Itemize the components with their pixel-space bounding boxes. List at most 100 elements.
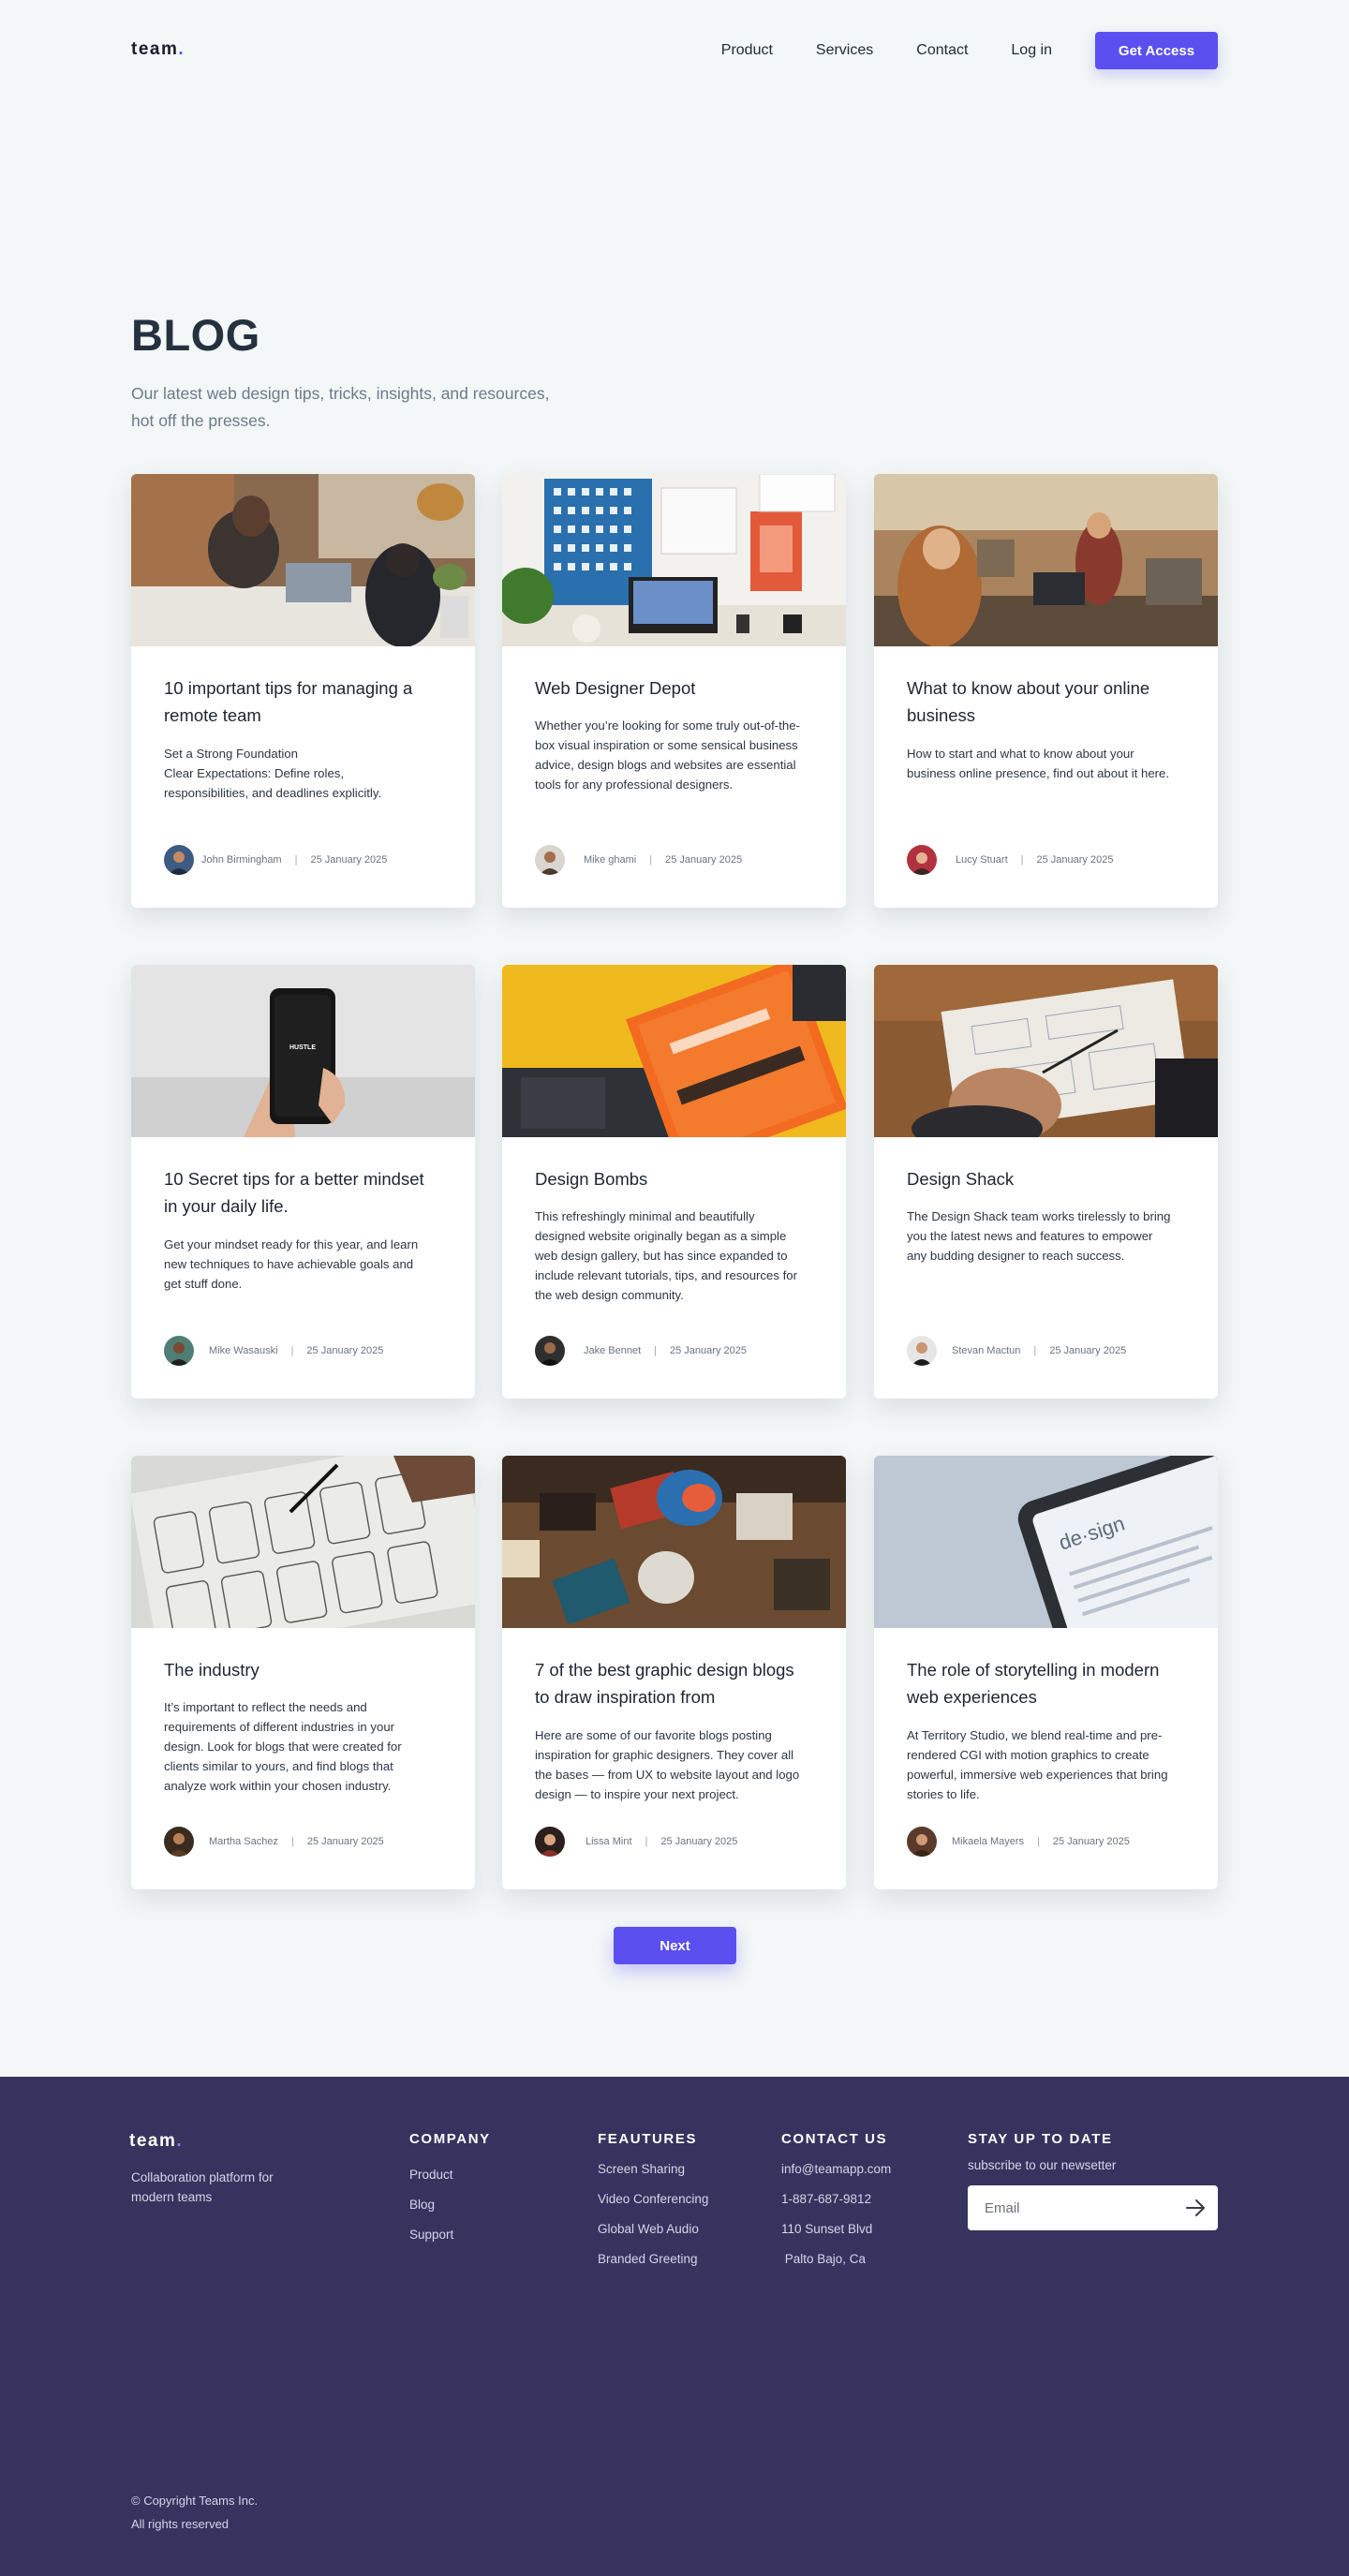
card-date: 25 January 2025	[306, 1836, 384, 1847]
meta-divider: |	[649, 854, 653, 866]
avatar	[907, 1827, 937, 1857]
card-excerpt: Get your mindset ready for this year, an…	[164, 1237, 419, 1291]
footer-email-link[interactable]: info@teamapp.com	[781, 2154, 891, 2184]
avatar	[535, 845, 565, 875]
card-date: 25 January 2025	[665, 854, 743, 866]
avatar	[535, 1827, 565, 1857]
card-meta: Mike ghami | 25 January 2025	[535, 845, 742, 875]
card-meta: Lucy Stuart | 25 January 2025	[907, 845, 1113, 875]
footer-heading: STAY UP TO DATE	[968, 2131, 1113, 2147]
footer-heading: FEAUTURES	[598, 2131, 698, 2147]
nav-contact-link[interactable]: Contact	[916, 42, 968, 59]
card-author: John Birmingham	[201, 854, 282, 866]
meta-divider: |	[1033, 1345, 1037, 1356]
card-excerpt: How to start and what to know about your…	[907, 747, 1170, 780]
card-title[interactable]: Design Bombs	[535, 1165, 808, 1192]
blog-grid: 10 important tips for managing a remote …	[131, 474, 1218, 1892]
footer-link-product[interactable]: Product	[409, 2160, 491, 2190]
get-access-button[interactable]: Get Access	[1095, 32, 1218, 69]
newsletter-subtitle: subscribe to our newsetter	[968, 2158, 1117, 2172]
footer-heading: CONTACT US	[781, 2131, 888, 2147]
card-meta: Lissa Mint | 25 January 2025	[535, 1827, 737, 1857]
card-body: Design Bombs This refreshingly minimal a…	[535, 1137, 818, 1399]
footer-newsletter: STAY UP TO DATE subscribe to our newsett…	[968, 2131, 1218, 2230]
card-body: 10 Secret tips for a better mindset in y…	[164, 1137, 447, 1399]
avatar	[907, 845, 937, 875]
footer-company: COMPANY Product Blog Support	[409, 2131, 491, 2250]
copyright-text: © Copyright Teams Inc.	[131, 2494, 259, 2508]
footer-address-line: 110 Sunset Blvd	[781, 2222, 873, 2236]
card-image	[131, 1456, 475, 1628]
footer-link-blog[interactable]: Blog	[409, 2190, 491, 2220]
footer-link-branded-greeting[interactable]: Branded Greeting	[598, 2244, 708, 2274]
card-title[interactable]: Web Designer Depot	[535, 674, 808, 702]
rights-text: All rights reserved	[131, 2517, 230, 2531]
footer-link-global-web-audio[interactable]: Global Web Audio	[598, 2214, 708, 2244]
nav-login-link[interactable]: Log in	[1011, 42, 1052, 59]
arrow-right-icon[interactable]	[1184, 2197, 1207, 2219]
avatar	[164, 1827, 194, 1857]
blog-card[interactable]: de·sign The role of storytelling in mode…	[874, 1456, 1218, 1889]
footer-contact: CONTACT US info@teamapp.com 1-887-687-98…	[781, 2131, 891, 2274]
nav-product-link[interactable]: Product	[721, 42, 773, 59]
page-title: BLOG	[131, 310, 260, 360]
meta-divider: |	[290, 1345, 294, 1356]
logo[interactable]: team.	[131, 39, 185, 60]
blog-card[interactable]: HUSTLE 10 Secret tips for a better minds…	[131, 965, 475, 1399]
blog-card[interactable]: What to know about your online business …	[874, 474, 1218, 908]
card-author: Lucy Stuart	[956, 854, 1008, 866]
card-meta: Martha Sachez | 25 January 2025	[164, 1827, 384, 1857]
meta-divider: |	[294, 854, 298, 866]
blog-card[interactable]: The industry It’s important to reflect t…	[131, 1456, 475, 1889]
meta-divider: |	[1037, 1836, 1040, 1847]
blog-card[interactable]: Design Shack The Design Shack team works…	[874, 965, 1218, 1399]
footer-link-video-conferencing[interactable]: Video Conferencing	[598, 2184, 708, 2214]
blog-card[interactable]: Web Designer Depot Whether you’re lookin…	[502, 474, 846, 908]
card-image	[131, 474, 475, 646]
footer-link-screen-sharing[interactable]: Screen Sharing	[598, 2154, 708, 2184]
footer-link-support[interactable]: Support	[409, 2220, 491, 2250]
blog-card[interactable]: Design Bombs This refreshingly minimal a…	[502, 965, 846, 1399]
card-author: Jake Bennet	[584, 1345, 642, 1356]
card-image	[874, 965, 1218, 1137]
card-title[interactable]: The industry	[164, 1656, 437, 1683]
blog-card[interactable]: 7 of the best graphic design blogs to dr…	[502, 1456, 846, 1889]
card-title[interactable]: Design Shack	[907, 1165, 1180, 1192]
site-footer: team. Collaboration platform for modern …	[0, 2077, 1349, 2576]
card-body: 7 of the best graphic design blogs to dr…	[535, 1628, 818, 1889]
image-caption: HUSTLE	[289, 1044, 316, 1051]
footer-phone-link[interactable]: 1-887-687-9812	[781, 2184, 891, 2214]
meta-divider: |	[290, 1836, 294, 1847]
card-title[interactable]: 7 of the best graphic design blogs to dr…	[535, 1656, 808, 1710]
card-date: 25 January 2025	[310, 854, 388, 866]
nav-services-link[interactable]: Services	[816, 42, 873, 59]
card-date: 25 January 2025	[670, 1345, 747, 1356]
card-title[interactable]: The role of storytelling in modern web e…	[907, 1656, 1180, 1710]
meta-divider: |	[1020, 854, 1024, 866]
card-excerpt: Here are some of our favorite blogs post…	[535, 1728, 800, 1801]
newsletter-email-input[interactable]	[985, 2199, 1181, 2216]
footer-logo[interactable]: team.	[129, 2131, 183, 2152]
card-image: HUSTLE	[131, 965, 475, 1137]
footer-tagline: Collaboration platform for modern teams	[131, 2170, 274, 2204]
card-body: Design Shack The Design Shack team works…	[907, 1137, 1190, 1399]
card-image	[502, 965, 846, 1137]
card-author: Lissa Mint	[586, 1836, 632, 1847]
card-date: 25 January 2025	[1052, 1836, 1130, 1847]
newsletter-form	[968, 2185, 1218, 2230]
card-date: 25 January 2025	[1036, 854, 1114, 866]
card-title[interactable]: 10 important tips for managing a remote …	[164, 674, 437, 729]
card-excerpt: This refreshingly minimal and beautifull…	[535, 1209, 798, 1302]
avatar	[164, 1336, 194, 1366]
avatar	[907, 1336, 937, 1366]
next-page-button[interactable]: Next	[614, 1927, 736, 1964]
card-meta: Mikaela Mayers | 25 January 2025	[907, 1827, 1130, 1857]
site-header: team. Product Services Contact Log in Ge…	[0, 0, 1349, 103]
card-title[interactable]: What to know about your online business	[907, 674, 1180, 729]
avatar	[535, 1336, 565, 1366]
page-subtitle: Our latest web design tips, tricks, insi…	[131, 384, 550, 430]
blog-card[interactable]: 10 important tips for managing a remote …	[131, 474, 475, 908]
card-title[interactable]: 10 Secret tips for a better mindset in y…	[164, 1165, 437, 1220]
card-author: Stevan Mactun	[952, 1345, 1021, 1356]
footer-features: FEAUTURES Screen Sharing Video Conferenc…	[598, 2131, 708, 2274]
